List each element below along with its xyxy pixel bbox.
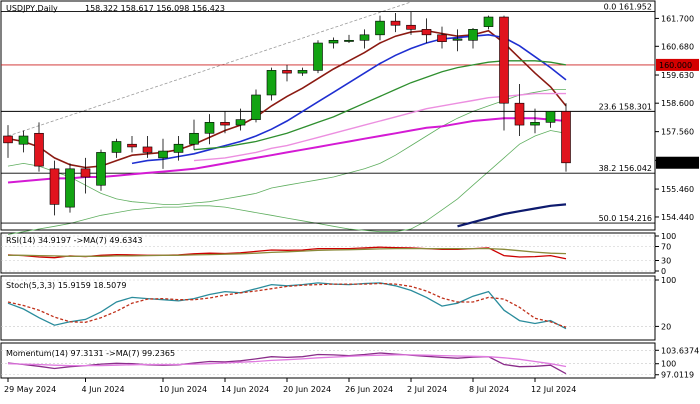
chart-title: USDJPY,Daily [6, 4, 58, 13]
candle-body [297, 70, 308, 74]
price-axis-label: 154.440 [661, 213, 694, 222]
price-axis-label: 158.600 [661, 99, 694, 108]
price-tag-label: 160.000 [659, 61, 692, 70]
candle-body [220, 122, 230, 126]
candle-body [34, 132, 44, 167]
date-axis-label: 4 Jun 2024 [82, 385, 125, 394]
candle-body [96, 152, 106, 186]
momentum-title: Momentum(14) 97.3131 ->MA(7) 99.2365 [6, 349, 175, 358]
price-axis-label: 161.700 [661, 14, 694, 23]
fib-level-label: 23.6 158.301 [599, 102, 652, 111]
candle-body [266, 70, 277, 96]
date-axis-label: 8 Jul 2024 [469, 385, 509, 394]
candle-body [173, 143, 184, 153]
candle-body [313, 42, 323, 71]
candle-body [514, 102, 525, 126]
candle-body [282, 70, 292, 74]
candle-body [561, 111, 571, 164]
candle-body [359, 34, 370, 41]
indicator-axis-label: 0 [661, 267, 666, 276]
candle-body [421, 29, 432, 36]
candle-body [375, 20, 385, 36]
candle-body [235, 119, 246, 126]
candle-body [328, 39, 339, 44]
indicator-axis-label: 100 [661, 276, 676, 285]
candle-body [483, 16, 494, 27]
date-axis-label: 29 May 2024 [4, 385, 56, 394]
indicator-axis-label: 100 [661, 360, 676, 369]
candle-body [65, 168, 75, 208]
price-axis-label: 157.560 [661, 128, 694, 137]
candle-body [545, 111, 556, 123]
date-axis-label: 26 Jun 2024 [345, 385, 393, 394]
candle-body [142, 146, 153, 153]
indicator-axis-label: 20 [661, 322, 671, 331]
candle-body [406, 24, 416, 30]
candle-body [49, 168, 60, 205]
chart-window: 0.0 161.952 23.6 158.301 38.2 156.042 50.0 … [0, 0, 700, 400]
date-axis-label: 20 Jun 2024 [283, 385, 331, 394]
price-axis-label: 155.460 [661, 185, 694, 194]
candle-body [204, 122, 215, 134]
price-axis-label: 159.630 [661, 71, 694, 80]
candle-body [344, 39, 354, 42]
chart-canvas: 0.0 161.952 23.6 158.301 38.2 156.042 50.0 … [0, 0, 699, 394]
indicator-axis-label: 97.0119 [661, 371, 694, 380]
candle-body [468, 29, 478, 41]
candle-body [3, 135, 13, 144]
candle-body [111, 141, 122, 153]
indicator-axis-label: 30 [661, 257, 671, 266]
price-axis-label: 160.680 [661, 42, 694, 51]
candle-body [499, 16, 509, 104]
candle-body [251, 94, 261, 120]
stoch-title: Stoch(5,3,3) 15.9159 18.5079 [6, 281, 126, 290]
candle-body [158, 150, 168, 159]
fib-level-label: 50.0 154.216 [599, 214, 652, 223]
candle-body [390, 20, 401, 26]
ohlc-readout: 158.322 158.617 156.098 156.423 [85, 4, 225, 13]
candle-body [452, 38, 463, 41]
candle-body [189, 132, 199, 145]
price-tag-label: 156.423 [659, 159, 692, 168]
price-panel-frame [0, 0, 656, 231]
rsi-title: RSI(14) 34.9197 ->MA(7) 49.6343 [6, 236, 143, 245]
indicator-axis-label: 70 [661, 243, 671, 252]
date-axis-label: 14 Jun 2024 [221, 385, 269, 394]
candle-body [127, 143, 137, 148]
fib-level-label: 38.2 156.042 [599, 164, 652, 173]
indicator-axis-label: 100 [661, 232, 676, 241]
candle-body [80, 168, 91, 178]
date-axis-label: 2 Jul 2024 [407, 385, 447, 394]
fib-level-label: 0.0 161.952 [604, 3, 652, 12]
candle-body [18, 135, 29, 145]
indicator-axis-label: 103.6374 [661, 346, 699, 355]
candle-body [437, 34, 447, 42]
date-axis-label: 10 Jun 2024 [159, 385, 207, 394]
candle-body [530, 122, 540, 126]
date-axis-label: 12 Jul 2024 [531, 385, 576, 394]
